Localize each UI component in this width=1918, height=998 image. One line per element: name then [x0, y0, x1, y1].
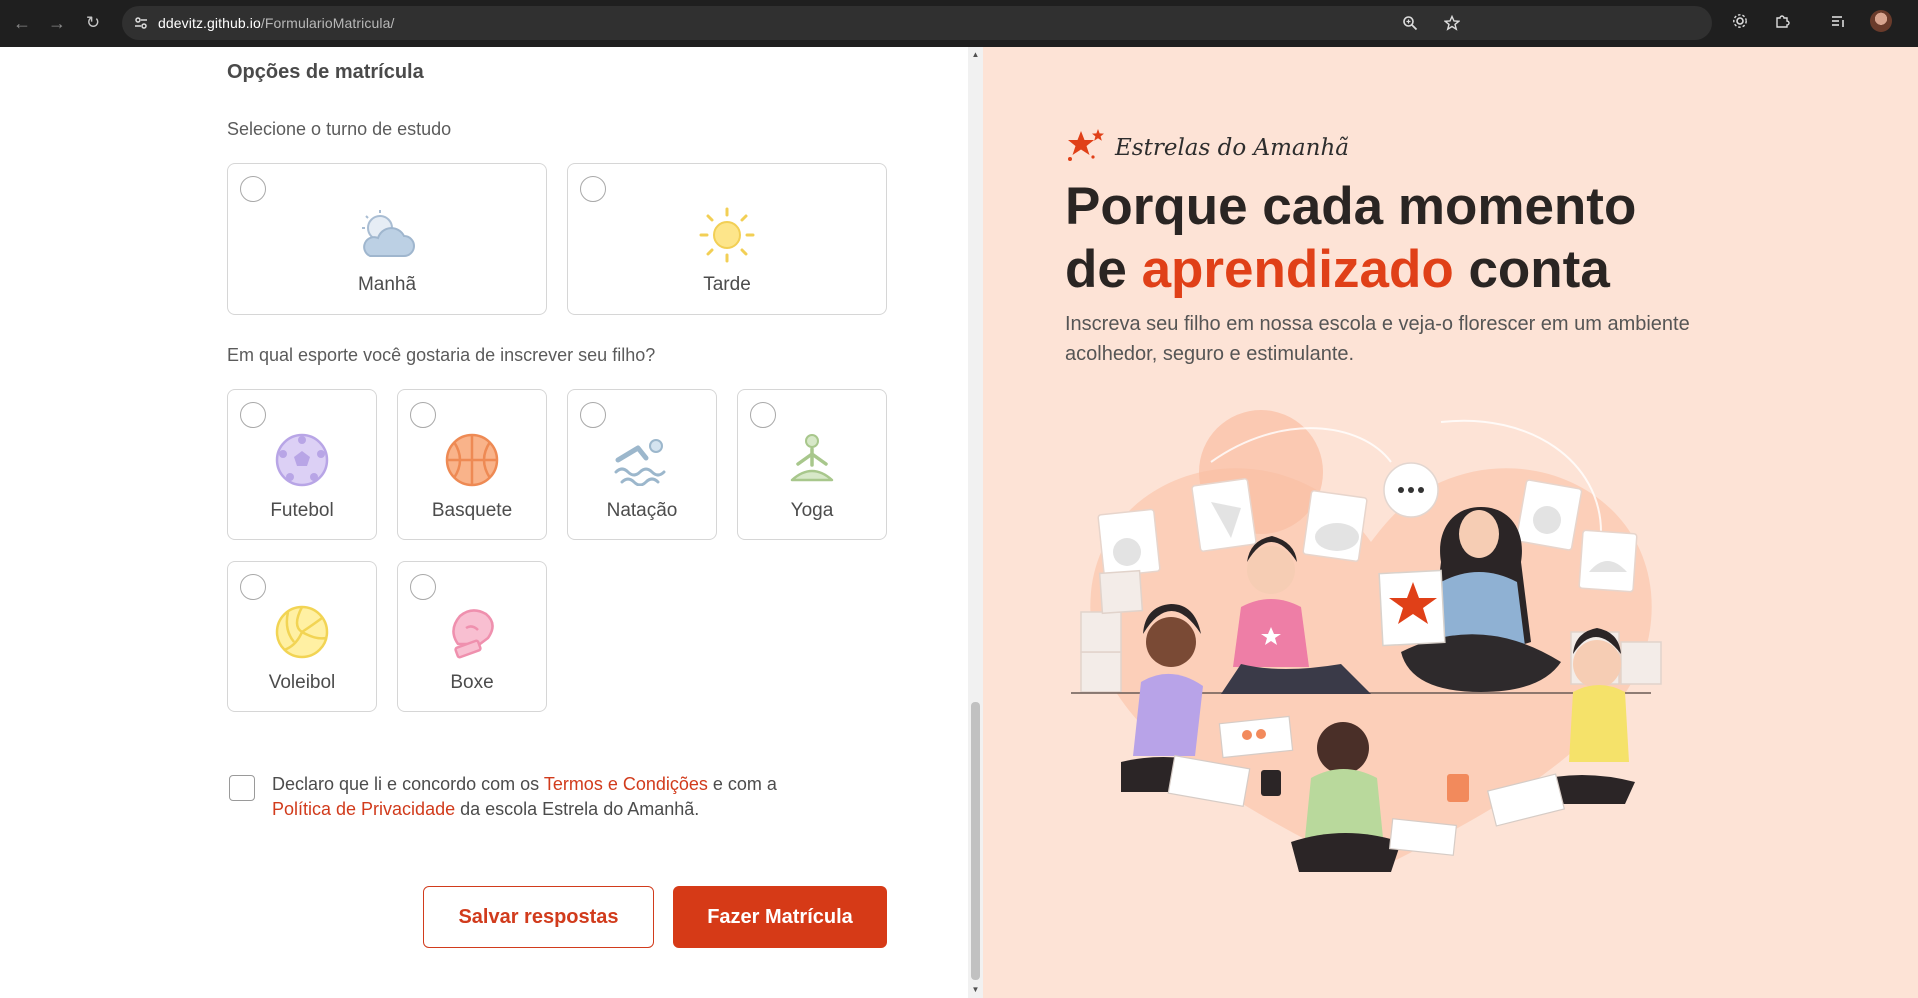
scrollbar[interactable]: ▲ ▼	[968, 47, 983, 998]
radio-manha[interactable]	[240, 176, 266, 202]
scroll-up-icon[interactable]: ▲	[971, 50, 980, 60]
brand-name: Estrelas do Amanhã	[1115, 134, 1349, 161]
hero-subtext: Inscreva seu filho em nossa escola e vej…	[1065, 313, 1690, 365]
boxing-glove-icon	[444, 604, 500, 665]
reading-list-icon[interactable]	[1828, 11, 1848, 31]
star-logo-icon	[1065, 127, 1107, 168]
scroll-down-icon[interactable]: ▼	[971, 985, 980, 995]
classroom-illustration	[1061, 402, 1681, 927]
sport-option-basquete[interactable]: Basquete	[397, 389, 547, 540]
submit-enrollment-button[interactable]: Fazer Matrícula	[673, 886, 887, 948]
yoga-icon	[784, 432, 840, 493]
shift-option-manha[interactable]: Manhã	[227, 163, 547, 315]
reload-icon[interactable]: ↻	[79, 9, 107, 37]
radio-futebol[interactable]	[240, 402, 266, 428]
cloud-sun-icon	[356, 208, 418, 267]
soccer-ball-icon	[274, 432, 330, 493]
radio-voleibol[interactable]	[240, 574, 266, 600]
radio-boxe[interactable]	[410, 574, 436, 600]
hero-headline: Porque cada momento de aprendizado conta	[1065, 175, 1825, 301]
forward-icon[interactable]: →	[43, 9, 71, 37]
terms-text: Declaro que li e concordo com os Termos …	[272, 772, 892, 822]
save-button[interactable]: Salvar respostas	[423, 886, 654, 948]
terms-checkbox[interactable]	[229, 775, 255, 801]
shift-label: Manhã	[357, 274, 417, 295]
brand: Estrelas do Amanhã	[1065, 127, 1349, 168]
url-text[interactable]: ddevitz.github.io/FormularioMatricula/	[158, 15, 394, 31]
shift-question: Selecione o turno de estudo	[227, 119, 452, 139]
volleyball-icon	[274, 604, 330, 665]
sun-icon	[698, 206, 756, 269]
terms-text-part: da escola Estrela do Amanhã.	[455, 799, 700, 819]
headline-prefix: de	[1065, 240, 1142, 299]
scroll-thumb[interactable]	[971, 702, 980, 980]
zoom-icon[interactable]	[1400, 13, 1420, 33]
extension-gear-icon[interactable]	[1730, 11, 1750, 31]
swimmer-icon	[612, 434, 672, 491]
privacy-policy-link[interactable]: Política de Privacidade	[272, 799, 455, 819]
headline-suffix: conta	[1453, 240, 1610, 299]
radio-yoga[interactable]	[750, 402, 776, 428]
shift-option-tarde[interactable]: Tarde	[567, 163, 887, 315]
site-info-icon[interactable]	[130, 12, 152, 34]
terms-link[interactable]: Termos e Condições	[544, 774, 708, 794]
radio-basquete[interactable]	[410, 402, 436, 428]
terms-text-part: Declaro que li e concordo com os	[272, 774, 544, 794]
sport-question: Em qual esporte você gostaria de inscrev…	[227, 345, 656, 365]
sport-label: Basquete	[431, 500, 513, 521]
headline-line1: Porque cada momento	[1065, 177, 1637, 236]
basketball-icon	[444, 432, 500, 493]
radio-natacao[interactable]	[580, 402, 606, 428]
sport-option-futebol[interactable]: Futebol	[227, 389, 377, 540]
section-title: Opções de matrícula	[227, 61, 424, 83]
sport-option-yoga[interactable]: Yoga	[737, 389, 887, 540]
sport-option-natacao[interactable]: Natação	[567, 389, 717, 540]
address-bar[interactable]: ddevitz.github.io/FormularioMatricula/	[122, 6, 1712, 40]
sport-option-voleibol[interactable]: Voleibol	[227, 561, 377, 712]
shift-label: Tarde	[703, 274, 751, 295]
sport-label: Boxe	[450, 672, 494, 693]
radio-tarde[interactable]	[580, 176, 606, 202]
sport-label: Futebol	[270, 500, 334, 521]
profile-avatar[interactable]	[1870, 10, 1892, 32]
terms-text-part: e com a	[707, 774, 777, 794]
sport-label: Natação	[606, 500, 678, 521]
browser-toolbar: ← → ↻ ddevitz.github.io/FormularioMatric…	[0, 0, 1918, 47]
extensions-puzzle-icon[interactable]	[1772, 11, 1792, 31]
bookmark-star-icon[interactable]	[1442, 13, 1462, 33]
headline-accent: aprendizado	[1141, 240, 1454, 299]
sport-label: Voleibol	[268, 672, 336, 693]
sport-option-boxe[interactable]: Boxe	[397, 561, 547, 712]
sport-label: Yoga	[790, 500, 834, 521]
back-icon[interactable]: ←	[8, 9, 36, 37]
form-panel: Opções de matrícula Selecione o turno de…	[0, 47, 968, 998]
hero-panel: Estrelas do Amanhã Porque cada momento d…	[983, 47, 1918, 998]
